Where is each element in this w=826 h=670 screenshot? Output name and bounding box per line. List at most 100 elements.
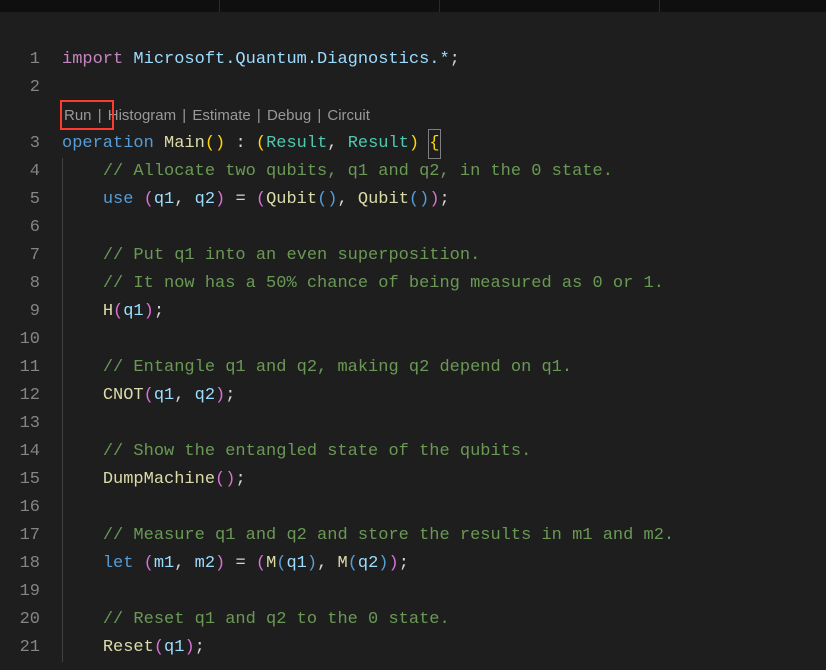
code-line[interactable] — [62, 410, 826, 438]
paren-open: ( — [113, 302, 123, 321]
paren-close: ) — [215, 554, 225, 573]
paren-open: ( — [154, 638, 164, 657]
code-line[interactable]: // It now has a 50% chance of being meas… — [62, 270, 826, 298]
indent-guide — [62, 158, 63, 186]
variable: q1 — [154, 190, 174, 209]
indent-guide — [62, 522, 63, 550]
code-editor[interactable]: 1 2 3 4 5 6 7 8 9 10 11 12 13 14 15 16 1… — [0, 12, 826, 662]
indent-guide — [62, 578, 63, 606]
semicolon: ; — [154, 302, 164, 321]
code-line[interactable]: // Reset q1 and q2 to the 0 state. — [62, 606, 826, 634]
codelens-histogram[interactable]: Histogram — [108, 107, 176, 124]
line-number: 6 — [0, 214, 40, 242]
indent-guide — [62, 270, 63, 298]
indent-guide — [62, 242, 63, 270]
codelens-estimate[interactable]: Estimate — [192, 107, 250, 124]
indent-guide — [62, 186, 63, 214]
comment: // Allocate two qubits, q1 and q2, in th… — [103, 162, 613, 181]
code-line[interactable]: Reset(q1); — [62, 634, 826, 662]
paren-open: ( — [144, 190, 154, 209]
parens: () — [205, 134, 225, 153]
line-number: 12 — [0, 382, 40, 410]
code-line[interactable]: // Entangle q1 and q2, making q2 depend … — [62, 354, 826, 382]
paren-open: ( — [256, 190, 266, 209]
code-line[interactable] — [62, 326, 826, 354]
comment: // Measure q1 and q2 and store the resul… — [103, 526, 674, 545]
line-number: 11 — [0, 354, 40, 382]
line-number: 8 — [0, 270, 40, 298]
comment: // Show the entangled state of the qubit… — [103, 442, 531, 461]
codelens-debug[interactable]: Debug — [267, 107, 311, 124]
paren-close: ) — [184, 638, 194, 657]
paren-open: ( — [144, 554, 154, 573]
type-result: Result — [266, 134, 327, 153]
keyword-operation: operation — [62, 134, 154, 153]
comment: // Reset q1 and q2 to the 0 state. — [103, 610, 450, 629]
line-number: 18 — [0, 550, 40, 578]
line-number: 14 — [0, 438, 40, 466]
codelens-sep: | — [253, 107, 265, 124]
indent-guide — [62, 382, 63, 410]
line-number: 9 — [0, 298, 40, 326]
function-call: Reset — [103, 638, 154, 657]
tab-placeholder — [220, 0, 440, 12]
indent-guide — [62, 606, 63, 634]
code-line[interactable]: // Measure q1 and q2 and store the resul… — [62, 522, 826, 550]
paren-close: ) — [215, 190, 225, 209]
indent-guide — [62, 298, 63, 326]
tab-placeholder — [0, 0, 220, 12]
code-line[interactable]: // Put q1 into an even superposition. — [62, 242, 826, 270]
paren-close: ) — [307, 554, 317, 573]
code-line[interactable] — [62, 214, 826, 242]
code-line[interactable] — [62, 578, 826, 606]
paren-close: ) — [389, 554, 399, 573]
code-line[interactable]: CNOT(q1, q2); — [62, 382, 826, 410]
function-call: Qubit — [358, 190, 409, 209]
code-line[interactable]: let (m1, m2) = (M(q1), M(q2)); — [62, 550, 826, 578]
line-number: 16 — [0, 494, 40, 522]
code-line[interactable]: // Show the entangled state of the qubit… — [62, 438, 826, 466]
tab-placeholder — [440, 0, 660, 12]
code-line[interactable]: use (q1, q2) = (Qubit(), Qubit()); — [62, 186, 826, 214]
semicolon: ; — [440, 190, 450, 209]
parens: () — [317, 190, 337, 209]
semicolon: ; — [399, 554, 409, 573]
type-result: Result — [348, 134, 409, 153]
indent-guide — [62, 466, 63, 494]
codelens-circuit[interactable]: Circuit — [327, 107, 370, 124]
code-line[interactable] — [62, 494, 826, 522]
indent-guide — [62, 634, 63, 662]
variable: q2 — [358, 554, 378, 573]
code-line[interactable]: DumpMachine(); — [62, 466, 826, 494]
indent-guide — [62, 410, 63, 438]
indent-guide — [62, 326, 63, 354]
function-call: M — [337, 554, 347, 573]
line-number: 17 — [0, 522, 40, 550]
line-number-gutter: 1 2 3 4 5 6 7 8 9 10 11 12 13 14 15 16 1… — [0, 46, 62, 662]
code-line[interactable] — [62, 74, 826, 102]
indent-guide — [62, 494, 63, 522]
variable: q1 — [286, 554, 306, 573]
code-line[interactable]: H(q1); — [62, 298, 826, 326]
line-number — [0, 102, 40, 130]
line-number: 10 — [0, 326, 40, 354]
paren-open: ( — [276, 554, 286, 573]
function-call: H — [103, 302, 113, 321]
paren-open: ( — [144, 386, 154, 405]
paren-open: ( — [215, 470, 225, 489]
function-call: CNOT — [103, 386, 144, 405]
line-number: 1 — [0, 46, 40, 74]
variable: q2 — [195, 386, 215, 405]
paren-close: ) — [215, 386, 225, 405]
comment: // Entangle q1 and q2, making q2 depend … — [103, 358, 572, 377]
indent-guide — [62, 438, 63, 466]
code-line[interactable]: operation Main() : (Result, Result) { — [62, 130, 826, 158]
code-line[interactable]: // Allocate two qubits, q1 and q2, in th… — [62, 158, 826, 186]
code-area[interactable]: import Microsoft.Quantum.Diagnostics.*; … — [62, 46, 826, 662]
codelens-sep: | — [313, 107, 325, 124]
semicolon: ; — [195, 638, 205, 657]
codelens-sep: | — [178, 107, 190, 124]
code-line[interactable]: import Microsoft.Quantum.Diagnostics.*; — [62, 46, 826, 74]
codelens-run[interactable]: Run — [64, 107, 92, 124]
variable: m2 — [195, 554, 215, 573]
